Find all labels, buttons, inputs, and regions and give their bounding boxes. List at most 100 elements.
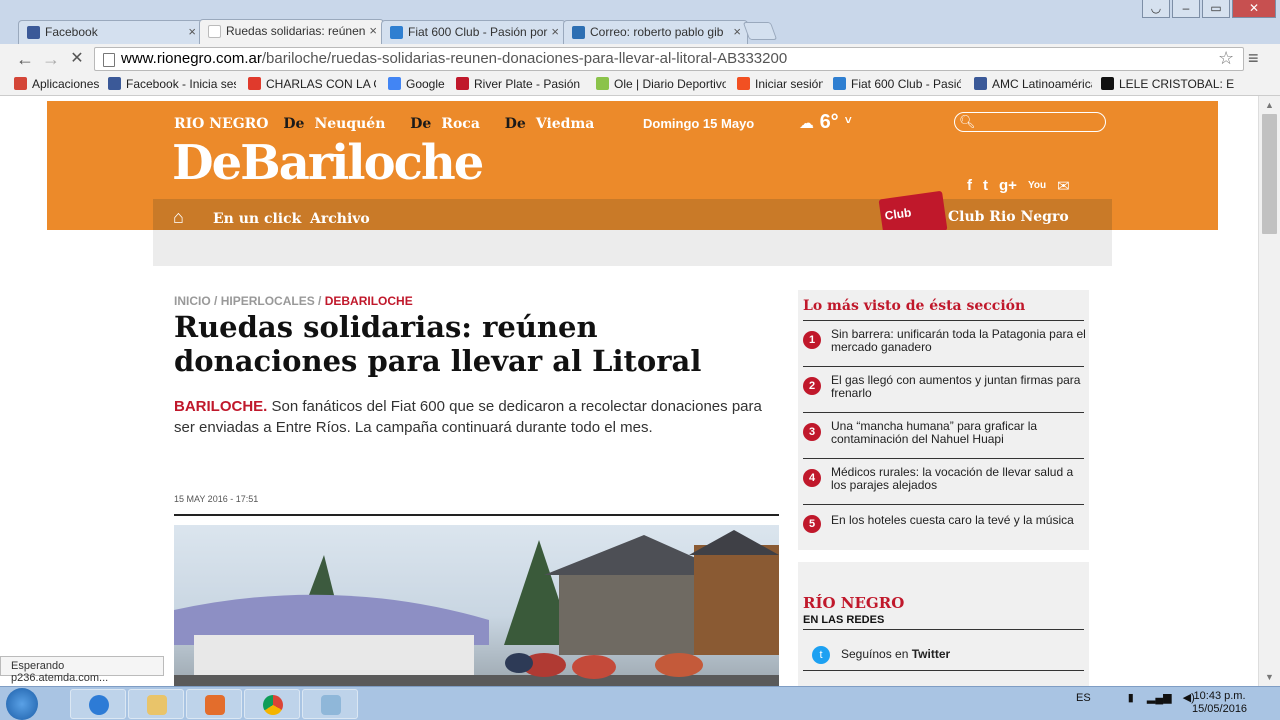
taskbar-chrome[interactable] bbox=[244, 689, 300, 719]
scroll-up-icon[interactable]: ▲ bbox=[1265, 100, 1274, 110]
nav-archivo[interactable]: Archivo bbox=[310, 211, 370, 247]
back-button[interactable]: ← bbox=[14, 48, 36, 70]
start-button[interactable] bbox=[6, 688, 38, 720]
network-icon[interactable]: ▮ bbox=[1128, 692, 1134, 704]
bookmark-fiat600[interactable]: Fiat 600 Club - Pasión bbox=[833, 77, 961, 91]
article-place: BARILOCHE. bbox=[174, 398, 268, 415]
bookmark-facebook[interactable]: Facebook - Inicia sesi bbox=[108, 77, 236, 91]
tab-article[interactable]: Ruedas solidarias: reúnen × bbox=[199, 19, 384, 45]
twitter-icon[interactable]: t bbox=[983, 177, 988, 195]
tab-facebook[interactable]: Facebook × bbox=[18, 20, 203, 44]
nav-en-un-click[interactable]: En un click bbox=[213, 211, 302, 247]
bookmark-charlas[interactable]: CHARLAS CON LA OP bbox=[248, 77, 376, 91]
language-indicator[interactable]: ES bbox=[1076, 692, 1091, 704]
ie-icon bbox=[89, 695, 109, 715]
bookmarks-bar: Aplicaciones Facebook - Inicia sesi CHAR… bbox=[0, 74, 1280, 96]
system-tray: ES ▮ ▂▄▆ ◀) bbox=[1076, 691, 1195, 704]
bookmark-apps[interactable]: Aplicaciones bbox=[14, 77, 102, 91]
search-input[interactable]: 🔍︎ bbox=[954, 112, 1106, 132]
close-icon[interactable]: × bbox=[733, 24, 741, 39]
twitter-link[interactable]: Seguínos en Twitter bbox=[841, 647, 950, 661]
list-item-text[interactable]: En los hoteles cuesta caro la tevé y la … bbox=[831, 514, 1086, 527]
ad-strip bbox=[153, 230, 1112, 266]
taskbar-ie[interactable] bbox=[70, 689, 126, 719]
bookmark-google[interactable]: Google bbox=[388, 77, 448, 91]
clock[interactable]: 10:43 p.m. 15/05/2016 bbox=[1192, 690, 1247, 716]
new-tab-button[interactable] bbox=[742, 22, 778, 40]
social-subtitle: EN LAS REDES bbox=[803, 614, 885, 626]
list-item[interactable]: 3 Una “mancha humana” para graficar la c… bbox=[803, 412, 1084, 458]
forward-button[interactable]: → bbox=[40, 48, 62, 70]
edition-rio-negro[interactable]: RIO NEGRO bbox=[174, 116, 269, 132]
taskbar-media[interactable] bbox=[186, 689, 242, 719]
rank-badge: 2 bbox=[803, 377, 821, 395]
edition-roca[interactable]: De Roca bbox=[410, 116, 490, 132]
list-item[interactable]: 5 En los hoteles cuesta caro la tevé y l… bbox=[803, 504, 1084, 544]
taskbar-explorer[interactable] bbox=[128, 689, 184, 719]
close-icon[interactable]: × bbox=[188, 24, 196, 39]
status-bubble: Esperando p236.atemda.com... bbox=[0, 656, 164, 684]
close-icon[interactable]: × bbox=[369, 23, 377, 38]
weather-widget[interactable]: ☁ 6° ˅ bbox=[799, 111, 852, 134]
article-photo[interactable] bbox=[174, 525, 779, 686]
google-plus-icon[interactable]: g+ bbox=[999, 177, 1017, 195]
search-icon: 🔍︎ bbox=[959, 114, 976, 129]
maximize-button[interactable]: ▭ bbox=[1202, 0, 1230, 18]
mail-icon[interactable]: ✉ bbox=[1057, 177, 1070, 195]
bookmark-ole[interactable]: Ole | Diario Deportivo bbox=[596, 77, 726, 91]
bookmark-lele[interactable]: LELE CRISTOBAL: EL C bbox=[1101, 77, 1235, 91]
divider bbox=[174, 514, 779, 516]
river-plate-icon bbox=[456, 77, 469, 90]
facebook-icon[interactable]: f bbox=[967, 177, 972, 195]
breadcrumb-inicio[interactable]: INICIO bbox=[174, 294, 211, 308]
loading-icon bbox=[208, 25, 221, 38]
close-icon[interactable]: × bbox=[551, 24, 559, 39]
tab-correo[interactable]: Correo: roberto pablo gib × bbox=[563, 20, 748, 44]
list-item-text[interactable]: El gas llegó con aumentos y juntan firma… bbox=[831, 374, 1086, 400]
list-item[interactable]: 2 El gas llegó con aumentos y juntan fir… bbox=[803, 366, 1084, 412]
list-item-text[interactable]: Una “mancha humana” para graficar la con… bbox=[831, 420, 1086, 446]
divider bbox=[803, 670, 1084, 671]
list-item-text[interactable]: Sin barrera: unificarán toda la Patagoni… bbox=[831, 328, 1086, 354]
bookmark-label: Aplicaciones bbox=[32, 77, 100, 91]
edition-label: Neuquén bbox=[314, 116, 386, 132]
stop-button[interactable]: ✕ bbox=[66, 48, 88, 70]
list-item[interactable]: 1 Sin barrera: unificarán toda la Patago… bbox=[803, 320, 1086, 366]
breadcrumb-debariloche[interactable]: DEBARILOCHE bbox=[325, 294, 413, 308]
nav-club-rio-negro[interactable]: Club Rio Negro bbox=[948, 209, 1069, 225]
scrollbar-thumb[interactable] bbox=[1262, 114, 1277, 234]
bookmark-amc[interactable]: AMC Latinoamérica bbox=[974, 77, 1092, 91]
edition-label: Viedma bbox=[535, 116, 595, 132]
list-item[interactable]: 4 Médicos rurales: la vocación de llevar… bbox=[803, 458, 1084, 504]
twitter-icon: t bbox=[812, 646, 830, 664]
menu-icon[interactable]: ≡ bbox=[1248, 48, 1259, 69]
home-icon[interactable]: ⌂ bbox=[173, 207, 184, 228]
media-player-icon bbox=[205, 695, 225, 715]
bookmark-star-icon[interactable]: ☆ bbox=[1218, 48, 1234, 69]
edition-viedma[interactable]: De Viedma bbox=[505, 116, 605, 132]
bookmark-river[interactable]: River Plate - Pasión M bbox=[456, 77, 584, 91]
youtube-icon[interactable]: You bbox=[1028, 177, 1046, 195]
taskbar-paint[interactable] bbox=[302, 689, 358, 719]
edition-prefix: De bbox=[410, 116, 432, 132]
user-icon[interactable]: ◡ bbox=[1142, 0, 1170, 18]
vertical-scrollbar[interactable]: ▲ ▼ bbox=[1258, 96, 1280, 686]
bookmark-iniciar[interactable]: Iniciar sesión bbox=[737, 77, 823, 91]
address-bar[interactable]: www.rionegro.com.ar/bariloche/ruedas-sol… bbox=[94, 47, 1244, 71]
ole-icon bbox=[596, 77, 609, 90]
bookmark-label: Google bbox=[406, 77, 445, 91]
social-brand: RÍO NEGRO bbox=[803, 594, 905, 612]
signal-icon[interactable]: ▂▄▆ bbox=[1147, 692, 1172, 704]
minimize-button[interactable]: – bbox=[1172, 0, 1200, 18]
edition-neuquen[interactable]: De Neuquén bbox=[283, 116, 395, 132]
tab-fiat600[interactable]: Fiat 600 Club - Pasión por × bbox=[381, 20, 566, 44]
scroll-down-icon[interactable]: ▼ bbox=[1265, 672, 1274, 682]
breadcrumb-hiperlocales[interactable]: HIPERLOCALES bbox=[221, 294, 315, 308]
weather-icon: ☁ bbox=[799, 115, 814, 132]
site-logo[interactable]: DeBariloche bbox=[172, 135, 484, 191]
list-item-text[interactable]: Médicos rurales: la vocación de llevar s… bbox=[831, 466, 1086, 492]
paint-icon bbox=[321, 695, 341, 715]
bookmark-label: AMC Latinoamérica bbox=[992, 77, 1092, 91]
photo-scene bbox=[174, 530, 779, 686]
close-window-button[interactable]: ✕ bbox=[1232, 0, 1276, 18]
